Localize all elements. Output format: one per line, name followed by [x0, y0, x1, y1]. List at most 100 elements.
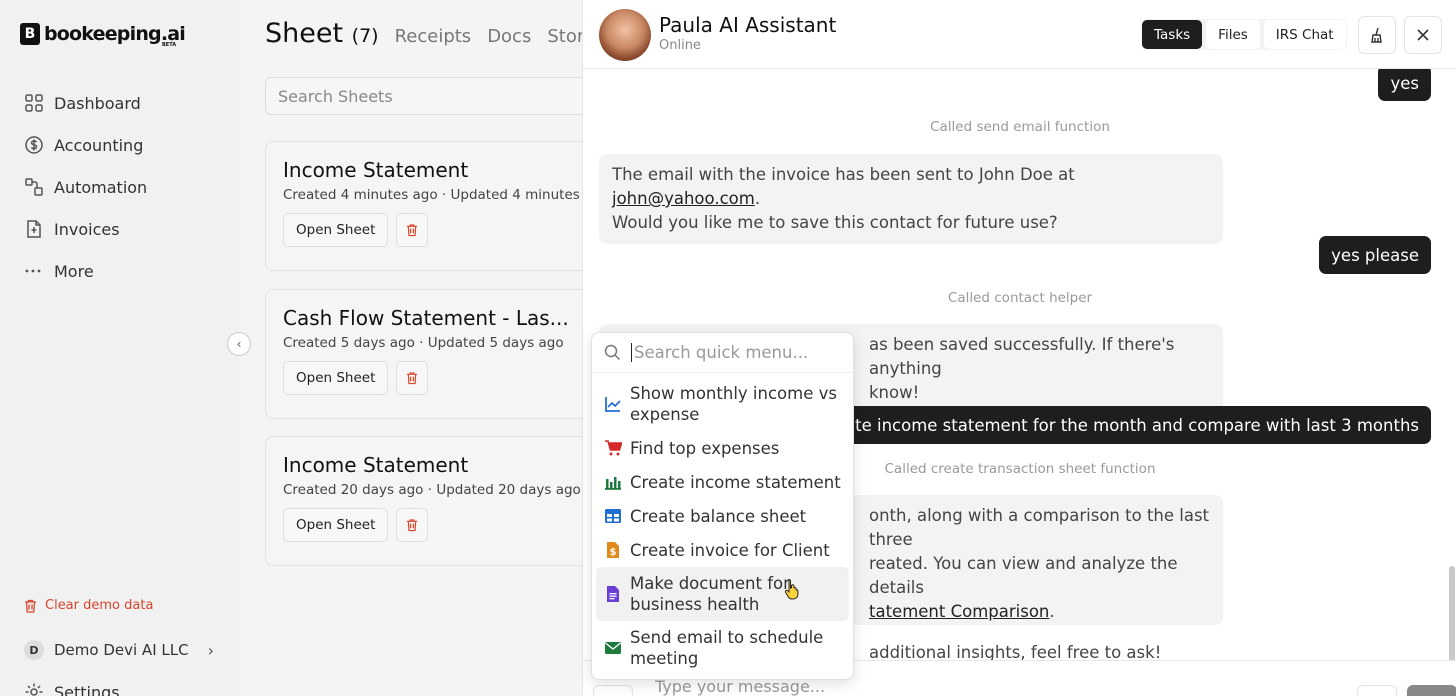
- tab-tasks[interactable]: Tasks: [1142, 20, 1203, 49]
- message-text: reated. You can view and analyze the det…: [869, 554, 1178, 597]
- gear-icon: [25, 683, 43, 696]
- sidebar-item-invoices[interactable]: Invoices: [24, 208, 224, 250]
- sheet-title: Cash Flow Statement - Las...: [283, 306, 569, 330]
- tab-docs[interactable]: Docs: [487, 26, 531, 47]
- email-icon: [605, 642, 621, 654]
- clear-demo-label: Clear demo data: [45, 598, 154, 613]
- message-text: as been saved successfully. If there's a…: [869, 335, 1175, 378]
- tab-files[interactable]: Files: [1206, 20, 1260, 49]
- app-logo[interactable]: B bookeeping.ai BETA: [20, 23, 186, 48]
- quick-menu-item[interactable]: Find top expenses: [596, 431, 849, 465]
- org-name: Demo Devi AI LLC: [54, 641, 189, 659]
- sidebar-item-dashboard[interactable]: Dashboard: [24, 82, 224, 124]
- mic-button[interactable]: [1357, 685, 1397, 696]
- sidebar-nav: Dashboard Accounting Automation Invoices…: [24, 82, 224, 292]
- sheet-title: Income Statement: [283, 453, 469, 477]
- quick-menu-item-label: Create balance sheet: [630, 506, 807, 526]
- user-message: yes: [1378, 69, 1431, 101]
- hand-cursor-icon: [784, 578, 799, 600]
- trash-icon: [407, 519, 418, 532]
- sheet-meta: Created 5 days ago · Updated 5 days ago: [283, 335, 564, 351]
- close-chat-button[interactable]: [1404, 16, 1442, 54]
- assistant-avatar: [599, 9, 651, 61]
- sheet-card: Income Statement Created 20 days ago · U…: [265, 436, 595, 566]
- sheet-link[interactable]: tatement Comparison: [869, 602, 1049, 621]
- sidebar: B bookeeping.ai BETA Dashboard Accountin…: [0, 0, 240, 696]
- quick-menu-item-label: Make document for business health: [630, 574, 790, 614]
- delete-sheet-button[interactable]: [396, 361, 429, 395]
- quick-menu-item[interactable]: Create income statement: [596, 465, 849, 499]
- quick-menu-item-label: Create income statement: [630, 472, 841, 492]
- chevron-right-icon: ›: [207, 640, 214, 660]
- clean-chat-button[interactable]: [1358, 16, 1396, 54]
- trash-icon: [25, 599, 36, 613]
- user-message: Create income statement for the month an…: [804, 406, 1431, 444]
- line-chart-icon: [605, 397, 621, 412]
- quick-menu-item[interactable]: Make document for business health: [596, 567, 849, 621]
- sheet-title: Income Statement: [283, 158, 469, 182]
- message-text: know!: [869, 383, 920, 402]
- open-sheet-button[interactable]: Open Sheet: [283, 361, 389, 395]
- message-text: .: [754, 189, 761, 208]
- organization-switcher[interactable]: D Demo Devi AI LLC ›: [24, 640, 214, 660]
- send-button[interactable]: [1407, 685, 1456, 696]
- quick-menu-item[interactable]: Show monthly income vs expense: [596, 377, 849, 431]
- quick-menu-item-label: Show monthly income vs expense: [630, 384, 837, 424]
- function-call-note: Called send email function: [930, 119, 1110, 135]
- automation-icon: [25, 178, 43, 196]
- function-call-note: Called contact helper: [947, 290, 1093, 306]
- quick-menu-search[interactable]: Search quick menu...: [592, 333, 853, 373]
- sidebar-item-more[interactable]: More: [24, 250, 224, 292]
- invoice-icon: [27, 220, 41, 238]
- quick-menu-item-label: Send email to schedule meeting: [630, 628, 824, 668]
- chevron-left-icon: ‹: [236, 337, 242, 351]
- close-icon: [1417, 29, 1429, 41]
- assistant-message: The email with the invoice has been sent…: [599, 154, 1223, 244]
- open-sheet-button[interactable]: Open Sheet: [283, 213, 389, 247]
- delete-sheet-button[interactable]: [396, 508, 429, 542]
- chat-scrollbar[interactable]: [1449, 566, 1455, 661]
- logo-beta-badge: BETA: [162, 42, 177, 48]
- user-message: yes please: [1319, 236, 1431, 274]
- email-link[interactable]: john@yahoo.com: [612, 189, 755, 208]
- sheet-meta: Created 4 minutes ago · Updated 4 minute…: [283, 187, 610, 203]
- quick-menu-item[interactable]: $ Create invoice for Client: [596, 533, 849, 567]
- message-text: .: [1049, 602, 1055, 621]
- open-sheet-button[interactable]: Open Sheet: [283, 508, 389, 542]
- quick-menu-popup: Search quick menu... Show monthly income…: [591, 332, 854, 680]
- sidebar-item-label: More: [54, 261, 94, 281]
- quick-menu-item-label: Find top expenses: [630, 438, 780, 458]
- sheet-card: Income Statement Created 4 minutes ago ·…: [265, 141, 610, 271]
- logo-mark: B: [20, 23, 40, 45]
- table-icon: [605, 509, 621, 523]
- more-dots-icon: [25, 269, 41, 273]
- sidebar-item-accounting[interactable]: Accounting: [24, 124, 224, 166]
- quick-menu-search-input[interactable]: Search quick menu...: [631, 343, 808, 362]
- tab-receipts[interactable]: Receipts: [395, 26, 472, 47]
- clear-demo-data-button[interactable]: Clear demo data: [24, 598, 153, 613]
- sidebar-item-settings[interactable]: Settings: [24, 682, 120, 696]
- quick-menu-item[interactable]: Send email to schedule meeting: [596, 621, 849, 675]
- cart-icon: [605, 440, 622, 456]
- quick-menu-item[interactable]: Create balance sheet: [596, 499, 849, 533]
- section-tabs: Sheet (7) Receipts Docs Storag: [265, 18, 607, 49]
- tab-sheet[interactable]: Sheet (7): [265, 18, 379, 49]
- assistant-status: Online: [659, 38, 701, 53]
- tab-sheet-count: (7): [351, 25, 379, 47]
- chat-header: Paula AI Assistant Online Tasks Files IR…: [583, 0, 1456, 69]
- collapse-sidebar-button[interactable]: ‹: [227, 332, 251, 356]
- attach-button[interactable]: [593, 685, 633, 696]
- tab-sheet-label: Sheet: [265, 18, 344, 49]
- dollar-circle-icon: [25, 136, 43, 154]
- message-text: The email with the invoice has been sent…: [612, 165, 1075, 184]
- trash-icon: [407, 224, 418, 237]
- bar-chart-icon: [605, 477, 621, 490]
- trash-icon: [407, 372, 418, 385]
- sidebar-item-automation[interactable]: Automation: [24, 166, 224, 208]
- svg-text:$: $: [610, 547, 617, 558]
- sheet-meta: Created 20 days ago · Updated 20 days ag…: [283, 482, 581, 498]
- chat-header-tabs: Tasks Files IRS Chat: [1141, 19, 1347, 50]
- tab-irs-chat[interactable]: IRS Chat: [1263, 20, 1346, 49]
- delete-sheet-button[interactable]: [396, 213, 429, 247]
- search-sheets-input[interactable]: Search Sheets: [265, 77, 595, 115]
